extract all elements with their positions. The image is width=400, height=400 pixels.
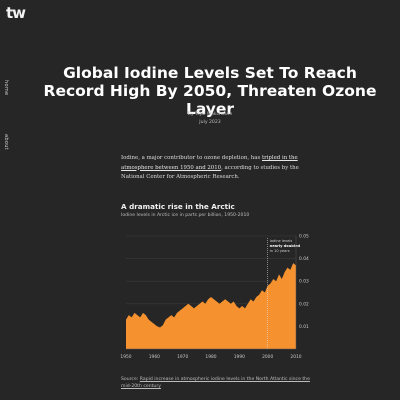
data-point-2004 [279, 274, 280, 275]
area-series [126, 263, 296, 349]
x-tick-label-1970: 1970 [177, 354, 188, 360]
x-tick-label-1990: 1990 [234, 354, 245, 360]
data-point-1991 [242, 306, 243, 307]
data-point-1992 [245, 308, 246, 309]
data-point-1957 [145, 315, 146, 316]
data-point-2007 [287, 267, 288, 268]
data-point-2009 [293, 263, 294, 264]
data-point-1997 [259, 294, 260, 295]
data-point-1985 [225, 299, 226, 300]
data-point-1983 [219, 303, 220, 304]
data-point-2008 [290, 270, 291, 271]
data-point-1984 [222, 301, 223, 302]
data-point-1955 [140, 317, 141, 318]
data-point-2006 [284, 272, 285, 273]
chart-subtitle: Iodine levels in Arctic ice in parts per… [121, 213, 250, 218]
data-point-1973 [191, 306, 192, 307]
data-point-1989 [236, 306, 237, 307]
data-point-1968 [177, 312, 178, 313]
y-tick-label-1: 0.02 [299, 301, 309, 307]
x-tick-label-1980: 1980 [205, 354, 216, 360]
data-point-1981 [213, 299, 214, 300]
iodine-area-chart: Iodine levelsnearly doubledin 10 years0.… [120, 234, 309, 361]
data-point-1998 [262, 290, 263, 291]
data-point-1956 [143, 312, 144, 313]
x-tick-label-2000: 2000 [262, 354, 273, 360]
data-point-1987 [230, 303, 231, 304]
data-point-1995 [253, 301, 254, 302]
data-point-1959 [151, 321, 152, 322]
y-tick-label-4: 0.05 [299, 234, 309, 240]
x-tick-label-1950: 1950 [120, 354, 131, 360]
data-point-1961 [157, 326, 158, 327]
article-byline: By Tejal Wakchoure [187, 112, 233, 117]
data-point-1965 [168, 317, 169, 318]
source-label: Source: [121, 377, 140, 382]
data-point-2002 [273, 279, 274, 280]
x-tick-label-1960: 1960 [149, 354, 160, 360]
data-point-1951 [128, 315, 129, 316]
data-point-2001 [270, 283, 271, 284]
annotation-text-3: in 10 years [270, 249, 290, 253]
data-point-1954 [137, 315, 138, 316]
data-point-1982 [216, 301, 217, 302]
paragraph-text-before: Iodine, a major contributor to ozone dep… [121, 155, 262, 161]
data-point-1977 [202, 301, 203, 302]
chart-title: A dramatic rise in the Arctic [121, 202, 235, 211]
article-paragraph: Iodine, a major contributor to ozone dep… [121, 154, 311, 183]
data-point-1988 [233, 301, 234, 302]
data-point-1972 [188, 303, 189, 304]
chart-source: Source: Rapid increase in atmospheric io… [121, 377, 321, 390]
data-point-2005 [281, 279, 282, 280]
data-point-1970 [182, 308, 183, 309]
data-point-1962 [160, 327, 161, 328]
y-tick-label-2: 0.03 [299, 279, 309, 285]
y-tick-label-0: 0.01 [299, 324, 309, 330]
data-point-1958 [148, 319, 149, 320]
data-point-1999 [264, 292, 265, 293]
data-point-1980 [211, 297, 212, 298]
data-point-1986 [228, 301, 229, 302]
data-point-1978 [205, 303, 206, 304]
source-link[interactable]: Rapid increase in atmospheric iodine lev… [121, 377, 310, 389]
data-point-1994 [250, 299, 251, 300]
annotation-text-1: Iodine levels [270, 239, 293, 243]
data-point-1993 [247, 303, 248, 304]
data-point-1976 [199, 303, 200, 304]
data-point-1964 [165, 319, 166, 320]
site-logo[interactable]: tw [6, 4, 26, 22]
data-point-1971 [185, 306, 186, 307]
data-point-1990 [239, 308, 240, 309]
x-tick-label-2010: 2010 [290, 354, 301, 360]
article-date: July 2023 [199, 120, 221, 125]
data-point-2003 [276, 281, 277, 282]
data-point-1975 [196, 306, 197, 307]
data-point-1969 [179, 310, 180, 311]
y-tick-label-3: 0.04 [299, 256, 309, 262]
data-point-1974 [194, 308, 195, 309]
data-point-1967 [174, 317, 175, 318]
nav-home-link[interactable]: home [3, 80, 9, 95]
data-point-1950 [126, 319, 127, 320]
data-point-1979 [208, 299, 209, 300]
data-point-1996 [256, 297, 257, 298]
data-point-1963 [162, 325, 163, 326]
data-point-1966 [171, 315, 172, 316]
data-point-1960 [154, 324, 155, 325]
nav-about-link[interactable]: about [3, 134, 9, 150]
data-point-1953 [134, 312, 135, 313]
data-point-1952 [131, 317, 132, 318]
article-title: Global Iodine Levels Set To Reach Record… [43, 64, 377, 118]
